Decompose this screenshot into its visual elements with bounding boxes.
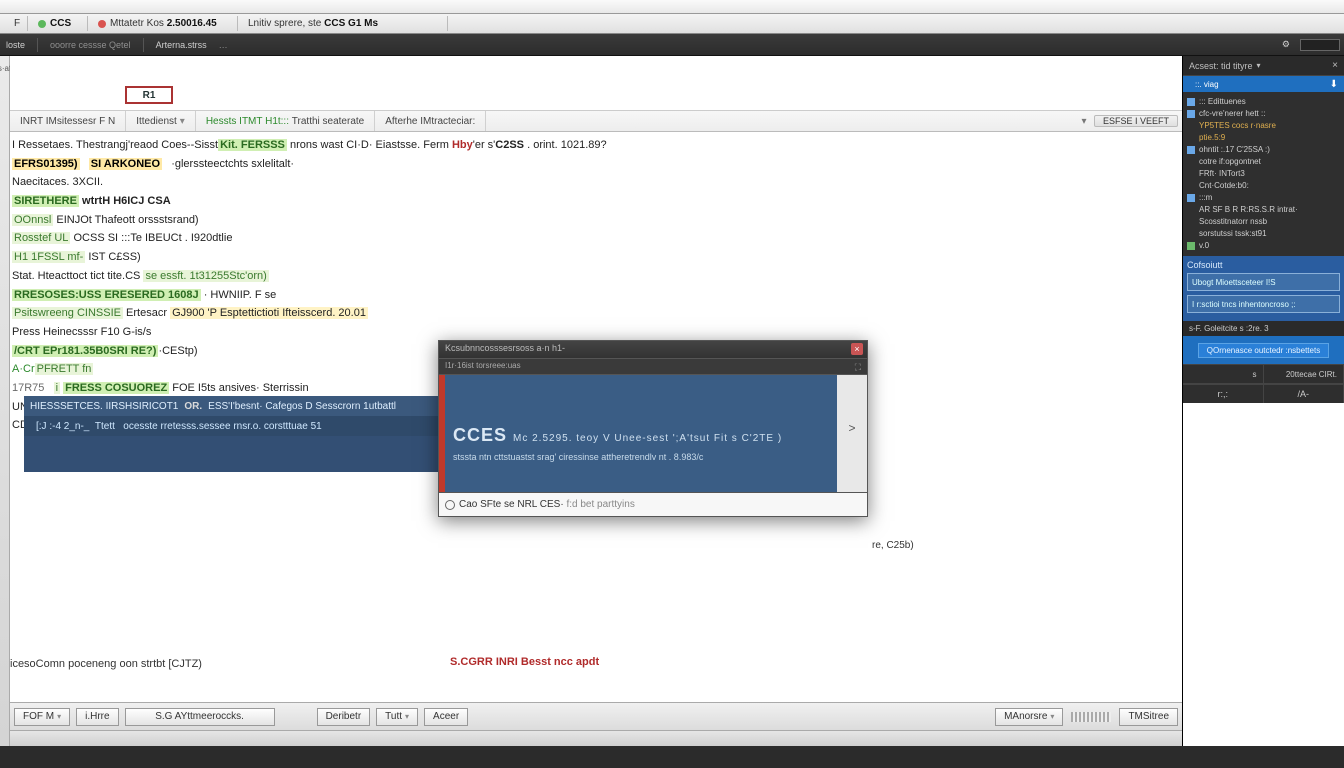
close-icon[interactable]: ×	[1332, 60, 1338, 71]
panel-small-text: s-F. Goleitcite s :2re. 3	[1183, 321, 1344, 336]
tab-label: F	[14, 18, 20, 29]
panel-header[interactable]: Acsest: tid tityre ▾ ×	[1183, 56, 1344, 76]
selection-text: D Sesscrorn 1utbattl	[305, 401, 396, 412]
bottom-bar: FOF M▾ i.Hrre S.G AYttmeeroccks. Deribet…	[10, 702, 1182, 730]
tree-icon	[1187, 110, 1195, 118]
tree-icon	[1187, 98, 1195, 106]
panel-blank-area	[1183, 403, 1344, 746]
sub-toolbar: INRT IMsitessesr F N Ittedienst▾ Hessts …	[10, 110, 1182, 132]
selection-text: [:J :-4 2_n-_	[36, 421, 89, 432]
toolbar-item[interactable]: ooorre cessse Qetel	[44, 40, 137, 50]
selection-text: Ttett	[95, 421, 115, 432]
tab-icon	[98, 20, 106, 28]
mini-cell[interactable]: s	[1183, 365, 1264, 383]
button[interactable]: Tutt▾	[376, 708, 418, 726]
subtab[interactable]: Ittedienst▾	[126, 111, 196, 131]
panel-tabs: ::. viag ⬇	[1183, 76, 1344, 92]
tab-1[interactable]: F	[0, 16, 28, 31]
toolbar: loste ooorre cessse Qetel Arterna.strss …	[0, 34, 1344, 56]
form-input[interactable]: I r:sctioi tncs inhentoncroso ;:	[1187, 295, 1340, 313]
tab-3[interactable]: Mttatetr Kos 2.50016.45	[88, 16, 238, 31]
right-panel: Acsest: tid tityre ▾ × ::. viag ⬇ ::: Ed…	[1182, 56, 1344, 746]
subtab[interactable]: Afterhe IMtracteciar:	[375, 111, 486, 131]
tab-icon	[38, 20, 46, 28]
panel-form: Cofsoiutt Ubogt Mioettsceteer I!S I r:sc…	[1183, 256, 1344, 321]
toolbar-item[interactable]: Arterna.strss	[150, 40, 213, 50]
panel-mini-row: s 20ttecae CIRt.	[1183, 364, 1344, 384]
browser-tabs: F CCS Mttatetr Kos 2.50016.45 Lnitiv spr…	[0, 14, 1344, 34]
error-message: S.CGRR INRI Besst ncc apdt	[450, 656, 599, 668]
dialog-description: stssta ntn cttstuastst srag' ciressinse …	[453, 452, 829, 462]
dialog-search-input[interactable]: Cao SFte se NRL CES· f:d bet parttyins	[439, 492, 867, 516]
button[interactable]: i.Hrre	[76, 708, 118, 726]
tab-2[interactable]: CCS	[28, 16, 88, 31]
toolbar-more[interactable]: …	[213, 40, 234, 50]
search-dialog: Kcsubnncosssesrsoss a·n h1- × I1r·16ist …	[438, 340, 868, 517]
status-bar	[10, 730, 1182, 746]
footer-text: icesoComn poceneng oon strtbt [CJTZ)	[10, 658, 202, 670]
button[interactable]: FOF M▾	[14, 708, 70, 726]
segment-item[interactable]: /A-	[1264, 385, 1344, 403]
dialog-titlebar[interactable]: Kcsubnncosssesrsoss a·n h1- ×	[439, 341, 867, 359]
panel-segment: r:,: /A-	[1183, 384, 1344, 403]
panel-action: QOrnenasce outctedr :nsbettets	[1183, 336, 1344, 364]
panel-title: Acsest: tid tityre	[1189, 61, 1253, 71]
panel-tree[interactable]: ::: Edittuenes cfc-vre'nerer hett :: YP5…	[1183, 92, 1344, 256]
document-tab[interactable]: R1	[125, 86, 173, 104]
main-content: R1 INRT IMsitessesr F N Ittedienst▾ Hess…	[10, 56, 1182, 746]
button[interactable]: Aceer	[424, 708, 468, 726]
dialog-side: >	[837, 375, 867, 492]
button[interactable]: MAnorsre▾	[995, 708, 1063, 726]
toolbar-item[interactable]: loste	[0, 40, 31, 50]
selection-text: ocesste rretesss.sessee rnsr.o. corstttu…	[123, 421, 321, 432]
dialog-ribbon: I1r·16ist torsreee:uas ⛶	[439, 359, 867, 375]
selection-text: ESS'I'besnt· Cafegos	[208, 401, 302, 412]
search-icon	[445, 500, 455, 510]
tree-icon	[1187, 242, 1195, 250]
panel-tab[interactable]: ::. viag	[1189, 80, 1225, 89]
form-input[interactable]: Ubogt Mioettsceteer I!S	[1187, 273, 1340, 291]
form-title: Cofsoiutt	[1187, 260, 1340, 270]
tree-icon	[1187, 194, 1195, 202]
button[interactable]: S.G AYttmeeroccks.	[125, 708, 275, 726]
selection-or: OR.	[184, 401, 202, 412]
selection-text: HIESSSETCES. IIRSHSIRICOT1	[30, 401, 178, 412]
tab-4[interactable]: Lnitiv sprere, ste CCS G1 Ms	[238, 16, 448, 31]
search-input-hint: f:d bet parttyins	[566, 499, 634, 510]
subtab[interactable]: Hessts ITMT H1t::: Tratthi seaterate	[196, 111, 375, 131]
trailing-text: re, C25b)	[872, 540, 914, 551]
dialog-title: Kcsubnncosssesrsoss a·n h1-	[445, 343, 565, 353]
tab-label: CCS	[50, 18, 71, 29]
tab-label: Lnitiv sprere, ste	[248, 18, 321, 29]
action-button[interactable]: QOrnenasce outctedr :nsbettets	[1198, 343, 1329, 358]
search-input-text: Cao SFte se NRL CES·	[459, 499, 564, 510]
maximize-icon[interactable]: ⛶	[855, 362, 861, 373]
dialog-ribbon-text: I1r·16ist torsreee:uas	[445, 361, 521, 370]
mini-cell[interactable]: 20ttecae CIRt.	[1264, 365, 1344, 383]
subtab[interactable]: INRT IMsitessesr F N	[10, 111, 126, 131]
window-titlebar	[0, 0, 1344, 14]
chevron-down-icon[interactable]: ▾	[1257, 61, 1261, 70]
segment-item[interactable]: r:,:	[1183, 385, 1264, 403]
chevron-right-icon[interactable]: >	[848, 421, 855, 435]
dialog-heading: CCES	[453, 425, 507, 445]
dialog-content: CCES Mc 2.5295. teoy V Unee-sest ';A'tsut…	[445, 375, 837, 492]
tab-label: Mttatetr Kos	[110, 18, 164, 29]
subtab-dropdown-icon[interactable]: ▾	[1074, 116, 1094, 127]
subtab-right-button[interactable]: ESFSE I VEEFT	[1094, 115, 1178, 127]
tree-icon	[1187, 146, 1195, 154]
toolbar-search-input[interactable]	[1300, 39, 1340, 51]
button[interactable]: TMSitree	[1119, 708, 1178, 726]
left-gutter: s·af	[0, 56, 10, 746]
grip-icon	[1071, 712, 1111, 722]
download-icon[interactable]: ⬇	[1330, 79, 1338, 90]
toolbar-gear-icon[interactable]: ⚙	[1276, 39, 1296, 50]
tab-label-suffix: 2.50016.45	[167, 18, 217, 29]
dialog-subheading: Mc 2.5295. teoy V Unee-sest ';A'tsut Fit…	[513, 433, 782, 444]
tab-label-suffix: CCS G1 Ms	[324, 18, 378, 29]
close-icon[interactable]: ×	[851, 343, 863, 355]
button[interactable]: Deribetr	[317, 708, 371, 726]
